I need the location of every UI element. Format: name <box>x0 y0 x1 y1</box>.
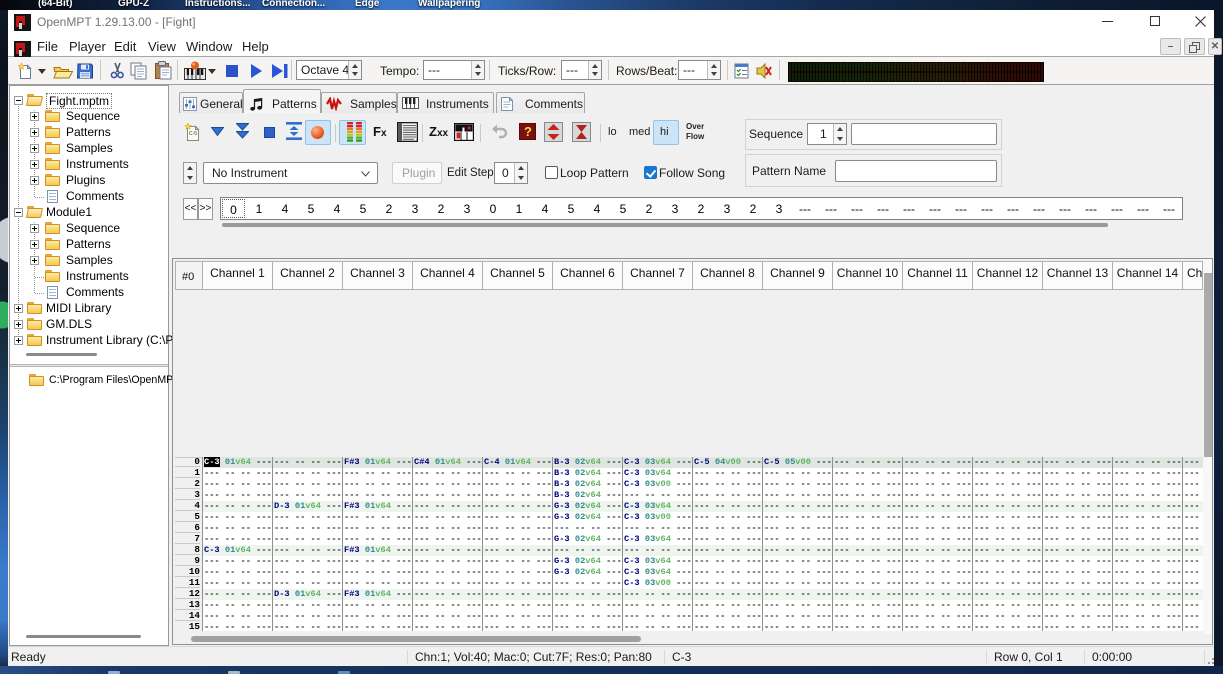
svg-text:C-5: C-5 <box>189 131 197 137</box>
